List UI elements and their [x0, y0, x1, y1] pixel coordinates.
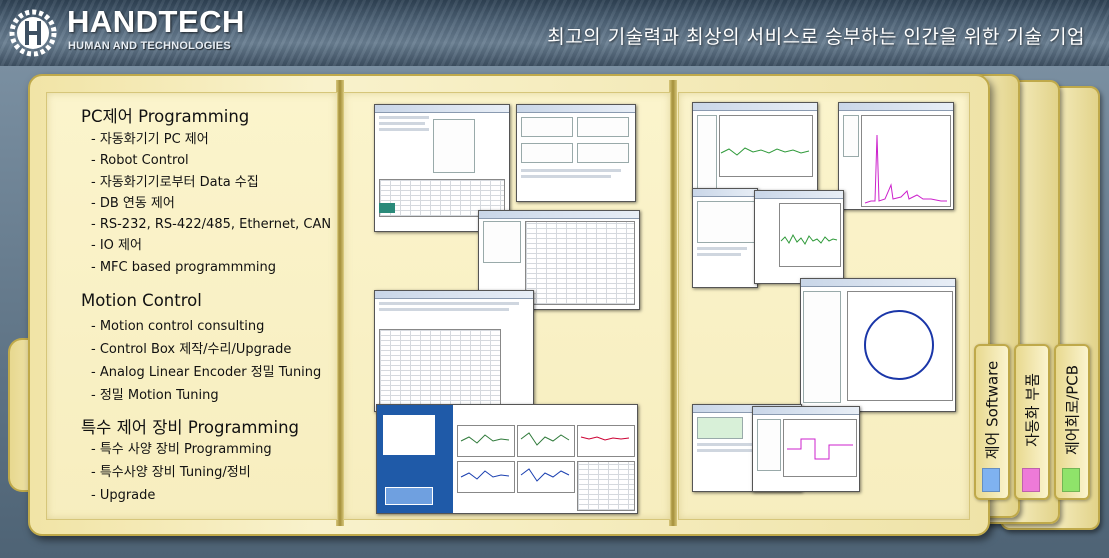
list-item: - 자동화기기 PC 제어 — [91, 132, 209, 147]
tab-automation-parts[interactable]: 자동화 부품 — [1014, 344, 1050, 500]
screenshot-thumbnail[interactable] — [838, 102, 954, 210]
pc-control-list: - 자동화기기 PC 제어 - Robot Control - 자동화기기로부터… — [91, 129, 331, 278]
tab-color-swatch — [1022, 468, 1040, 492]
list-item: - DB 연동 제어 — [91, 195, 175, 211]
list-item: - Analog Linear Encoder 정밀 Tuning — [91, 365, 322, 380]
signal-plots — [460, 432, 630, 482]
screenshot-thumbnail[interactable] — [376, 404, 638, 514]
screenshot-thumbnail[interactable] — [374, 290, 534, 412]
list-item: - Robot Control — [91, 153, 189, 169]
screenshot-thumbnail[interactable] — [692, 102, 818, 198]
list-item: - 정밀 Motion Tuning — [91, 388, 219, 403]
screenshot-thumbnail[interactable] — [752, 406, 860, 492]
section-title-pc-control: PC제어 Programming — [81, 107, 250, 126]
motion-control-list: - Motion control consulting - Control Bo… — [91, 315, 321, 407]
screenshot-thumbnail[interactable] — [692, 188, 758, 288]
special-equipment-list: - 특수 사양 장비 Programming - 특수사양 장비 Tuning/… — [91, 438, 272, 507]
tab-label: 제어 Software — [983, 360, 1002, 460]
brand-name[interactable]: HANDTECH — [67, 4, 245, 40]
tab-color-swatch — [982, 468, 1000, 492]
tab-control-software[interactable]: 제어 Software — [974, 344, 1010, 500]
section-title-special-equipment: 특수 제어 장비 Programming — [81, 418, 300, 437]
services-page: PC제어 Programming - 자동화기기 PC 제어 - Robot C… — [46, 92, 338, 520]
list-item: - Motion control consulting — [91, 319, 265, 334]
slogan: 최고의 기술력과 최상의 서비스로 승부하는 인간을 위한 기술 기업 — [547, 26, 1085, 48]
list-item: - MFC based programmming — [91, 259, 277, 275]
brand-tagline: HUMAN AND TECHNOLOGIES — [68, 40, 231, 52]
list-item: - RS-232, RS-422/485, Ethernet, CAN — [91, 217, 332, 233]
gear-logo-icon — [9, 9, 57, 57]
circle-trajectory-plot — [864, 310, 934, 380]
screenshot-thumbnail[interactable] — [516, 104, 636, 202]
list-item: - IO 제어 — [91, 238, 142, 254]
tab-control-pcb[interactable]: 제어회로/PCB — [1054, 344, 1090, 500]
site-header: HANDTECH HUMAN AND TECHNOLOGIES 최고의 기술력과… — [0, 0, 1109, 66]
list-item: - 특수사양 장비 Tuning/정비 — [91, 465, 251, 480]
screenshot-thumbnail[interactable] — [754, 190, 844, 284]
tab-color-swatch — [1062, 468, 1080, 492]
tab-label: 자동화 부품 — [1023, 373, 1042, 447]
screenshot-thumbnail[interactable] — [800, 278, 956, 412]
tab-label: 제어회로/PCB — [1063, 364, 1082, 456]
list-item: - 특수 사양 장비 Programming — [91, 442, 272, 457]
list-item: - 자동화기기로부터 Data 수집 — [91, 174, 259, 190]
list-item: - Upgrade — [91, 488, 156, 503]
list-item: - Control Box 제작/수리/Upgrade — [91, 342, 292, 357]
section-title-motion-control: Motion Control — [81, 291, 202, 310]
